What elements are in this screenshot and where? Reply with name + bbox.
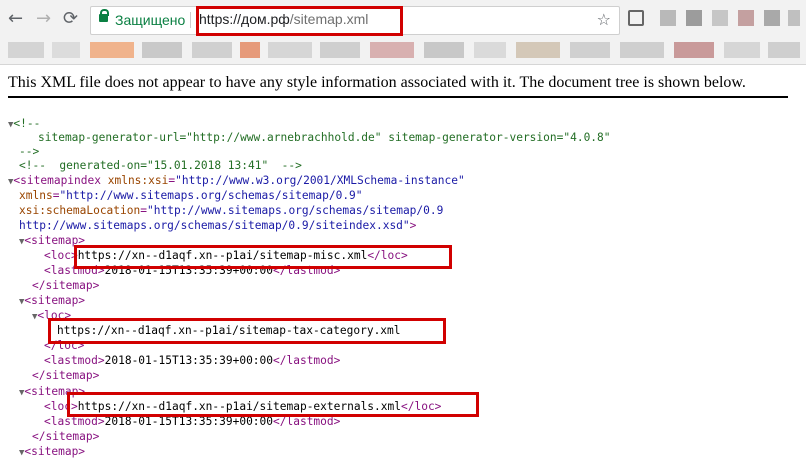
xml-line: xmlns="http://www.sitemaps.org/schemas/s… bbox=[19, 189, 363, 202]
xml-line: <lastmod>2018-01-15T13:35:39+00:00</last… bbox=[44, 354, 341, 367]
url-highlight-box bbox=[196, 6, 403, 36]
blurred-bookmark[interactable] bbox=[320, 42, 360, 58]
xml-line: </sitemap> bbox=[32, 278, 99, 293]
xml-line: sitemap-generator-url="http://www.arnebr… bbox=[38, 130, 611, 145]
xml-line: --> bbox=[19, 144, 39, 159]
blurred-extension-icon[interactable] bbox=[738, 10, 754, 26]
sitemap-lastmod: 2018-01-15T13:35:39+00:00 bbox=[104, 354, 274, 367]
lock-icon bbox=[99, 9, 109, 22]
forward-button[interactable]: → bbox=[36, 9, 51, 29]
blurred-bookmark[interactable] bbox=[768, 42, 800, 58]
xml-attr-name: xsi:schemaLocation bbox=[19, 204, 141, 217]
blurred-bookmark[interactable] bbox=[724, 42, 760, 58]
blurred-bookmark[interactable] bbox=[516, 42, 560, 58]
xml-line: ▼<sitemapindex xmlns:xsi="http://www.w3.… bbox=[8, 174, 465, 187]
blurred-extension-icon[interactable] bbox=[686, 10, 702, 26]
xml-tag: <sitemapindex bbox=[13, 174, 101, 187]
bookmarks-bar bbox=[0, 38, 806, 65]
xml-comment: <!-- bbox=[13, 117, 41, 130]
blurred-bookmark[interactable] bbox=[52, 42, 80, 58]
notice-divider bbox=[8, 96, 788, 98]
xml-tag: <sitemap> bbox=[24, 445, 86, 458]
xml-attr-name: xmlns:xsi bbox=[107, 174, 169, 187]
xml-attr-value: http://www.sitemaps.org/schemas/sitemap/… bbox=[19, 219, 410, 232]
blurred-bookmark[interactable] bbox=[90, 42, 134, 58]
browser-toolbar: ← → ⟳ Защищено https://дом.рф/sitemap.xm… bbox=[0, 0, 806, 38]
loc-highlight-box bbox=[67, 392, 479, 417]
blurred-bookmark[interactable] bbox=[192, 42, 232, 58]
xml-line: <!-- generated-on="15.01.2018 13:41" --> bbox=[19, 158, 302, 173]
blurred-bookmark[interactable] bbox=[240, 42, 260, 58]
xml-attr-name: xmlns bbox=[19, 189, 53, 202]
security-label: Защищено bbox=[115, 12, 186, 28]
blurred-bookmark[interactable] bbox=[674, 42, 714, 58]
xml-attr-value: "http://www.sitemaps.org/schemas/sitemap… bbox=[59, 189, 363, 202]
xml-line: </sitemap> bbox=[32, 368, 99, 383]
omnibox-divider bbox=[190, 12, 191, 28]
xml-line: </sitemap> bbox=[32, 429, 99, 444]
xml-line: http://www.sitemaps.org/schemas/sitemap/… bbox=[19, 219, 417, 232]
blurred-bookmark[interactable] bbox=[620, 42, 664, 58]
blurred-extension-icon[interactable] bbox=[712, 10, 728, 26]
blurred-bookmark[interactable] bbox=[8, 42, 44, 58]
blurred-bookmark[interactable] bbox=[370, 42, 414, 58]
extension-icon[interactable] bbox=[628, 10, 644, 26]
xml-comment: --> bbox=[19, 145, 40, 158]
back-button[interactable]: ← bbox=[8, 9, 23, 29]
xml-style-notice: This XML file does not appear to have an… bbox=[8, 74, 746, 91]
loc-highlight-box bbox=[48, 318, 446, 344]
blurred-extension-icon[interactable] bbox=[764, 10, 780, 26]
blurred-bookmark[interactable] bbox=[474, 42, 506, 58]
bookmark-star-icon[interactable]: ☆ bbox=[597, 10, 611, 29]
xml-tag: <sitemap> bbox=[24, 294, 86, 307]
loc-highlight-box bbox=[74, 245, 452, 269]
xml-tag: </sitemap> bbox=[32, 369, 100, 382]
xml-comment: <!-- generated-on="15.01.2018 13:41" --> bbox=[19, 159, 302, 172]
blurred-extension-icon[interactable] bbox=[788, 10, 800, 26]
blurred-bookmark[interactable] bbox=[142, 42, 182, 58]
xml-line: ▼<!-- bbox=[8, 116, 40, 131]
xml-tag: </sitemap> bbox=[32, 430, 100, 443]
xml-attr-value: "http://www.w3.org/2001/XMLSchema-instan… bbox=[175, 174, 465, 187]
xml-line: ▼<sitemap> bbox=[19, 444, 85, 459]
xml-attr-value: "http://www.sitemaps.org/schemas/sitemap… bbox=[147, 204, 444, 217]
blurred-extension-icon[interactable] bbox=[660, 10, 676, 26]
blurred-bookmark[interactable] bbox=[424, 42, 464, 58]
xml-line: xsi:schemaLocation="http://www.sitemaps.… bbox=[19, 204, 444, 217]
blurred-bookmark[interactable] bbox=[268, 42, 312, 58]
blurred-bookmark[interactable] bbox=[570, 42, 610, 58]
xml-tag: </sitemap> bbox=[32, 279, 100, 292]
xml-line: ▼<sitemap> bbox=[19, 293, 85, 308]
xml-comment: sitemap-generator-url="http://www.arnebr… bbox=[38, 131, 611, 144]
reload-button[interactable]: ⟳ bbox=[63, 9, 78, 29]
